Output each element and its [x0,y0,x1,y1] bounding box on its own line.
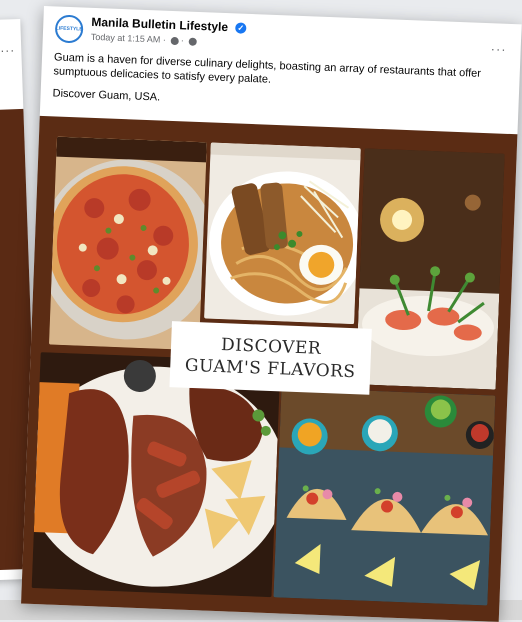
more-options-icon[interactable]: ··· [0,43,15,58]
pizza-photo [49,136,207,351]
salad-photo [355,148,505,390]
settings-icon [170,36,179,45]
post-image[interactable]: DISCOVER GUAM'S FLAVORS [21,115,518,622]
more-options-icon[interactable]: ··· [490,41,507,57]
facebook-post-card: LIFESTYLE Manila Bulletin Lifestyle ✓ To… [21,6,522,622]
discover-banner: DISCOVER GUAM'S FLAVORS [169,321,372,395]
post-timestamp[interactable]: Today at 1:15 AM [91,32,161,45]
page-name-text: Manila Bulletin Lifestyle [91,14,229,35]
post-meta: Today at 1:15 AM · · [91,32,197,46]
avatar-text: LIFESTYLE [55,25,83,33]
page-avatar[interactable]: LIFESTYLE [54,14,84,44]
globe-icon [188,37,197,46]
tacos-photo [273,387,496,606]
ramen-photo [204,142,361,325]
verified-badge-icon: ✓ [235,22,247,35]
